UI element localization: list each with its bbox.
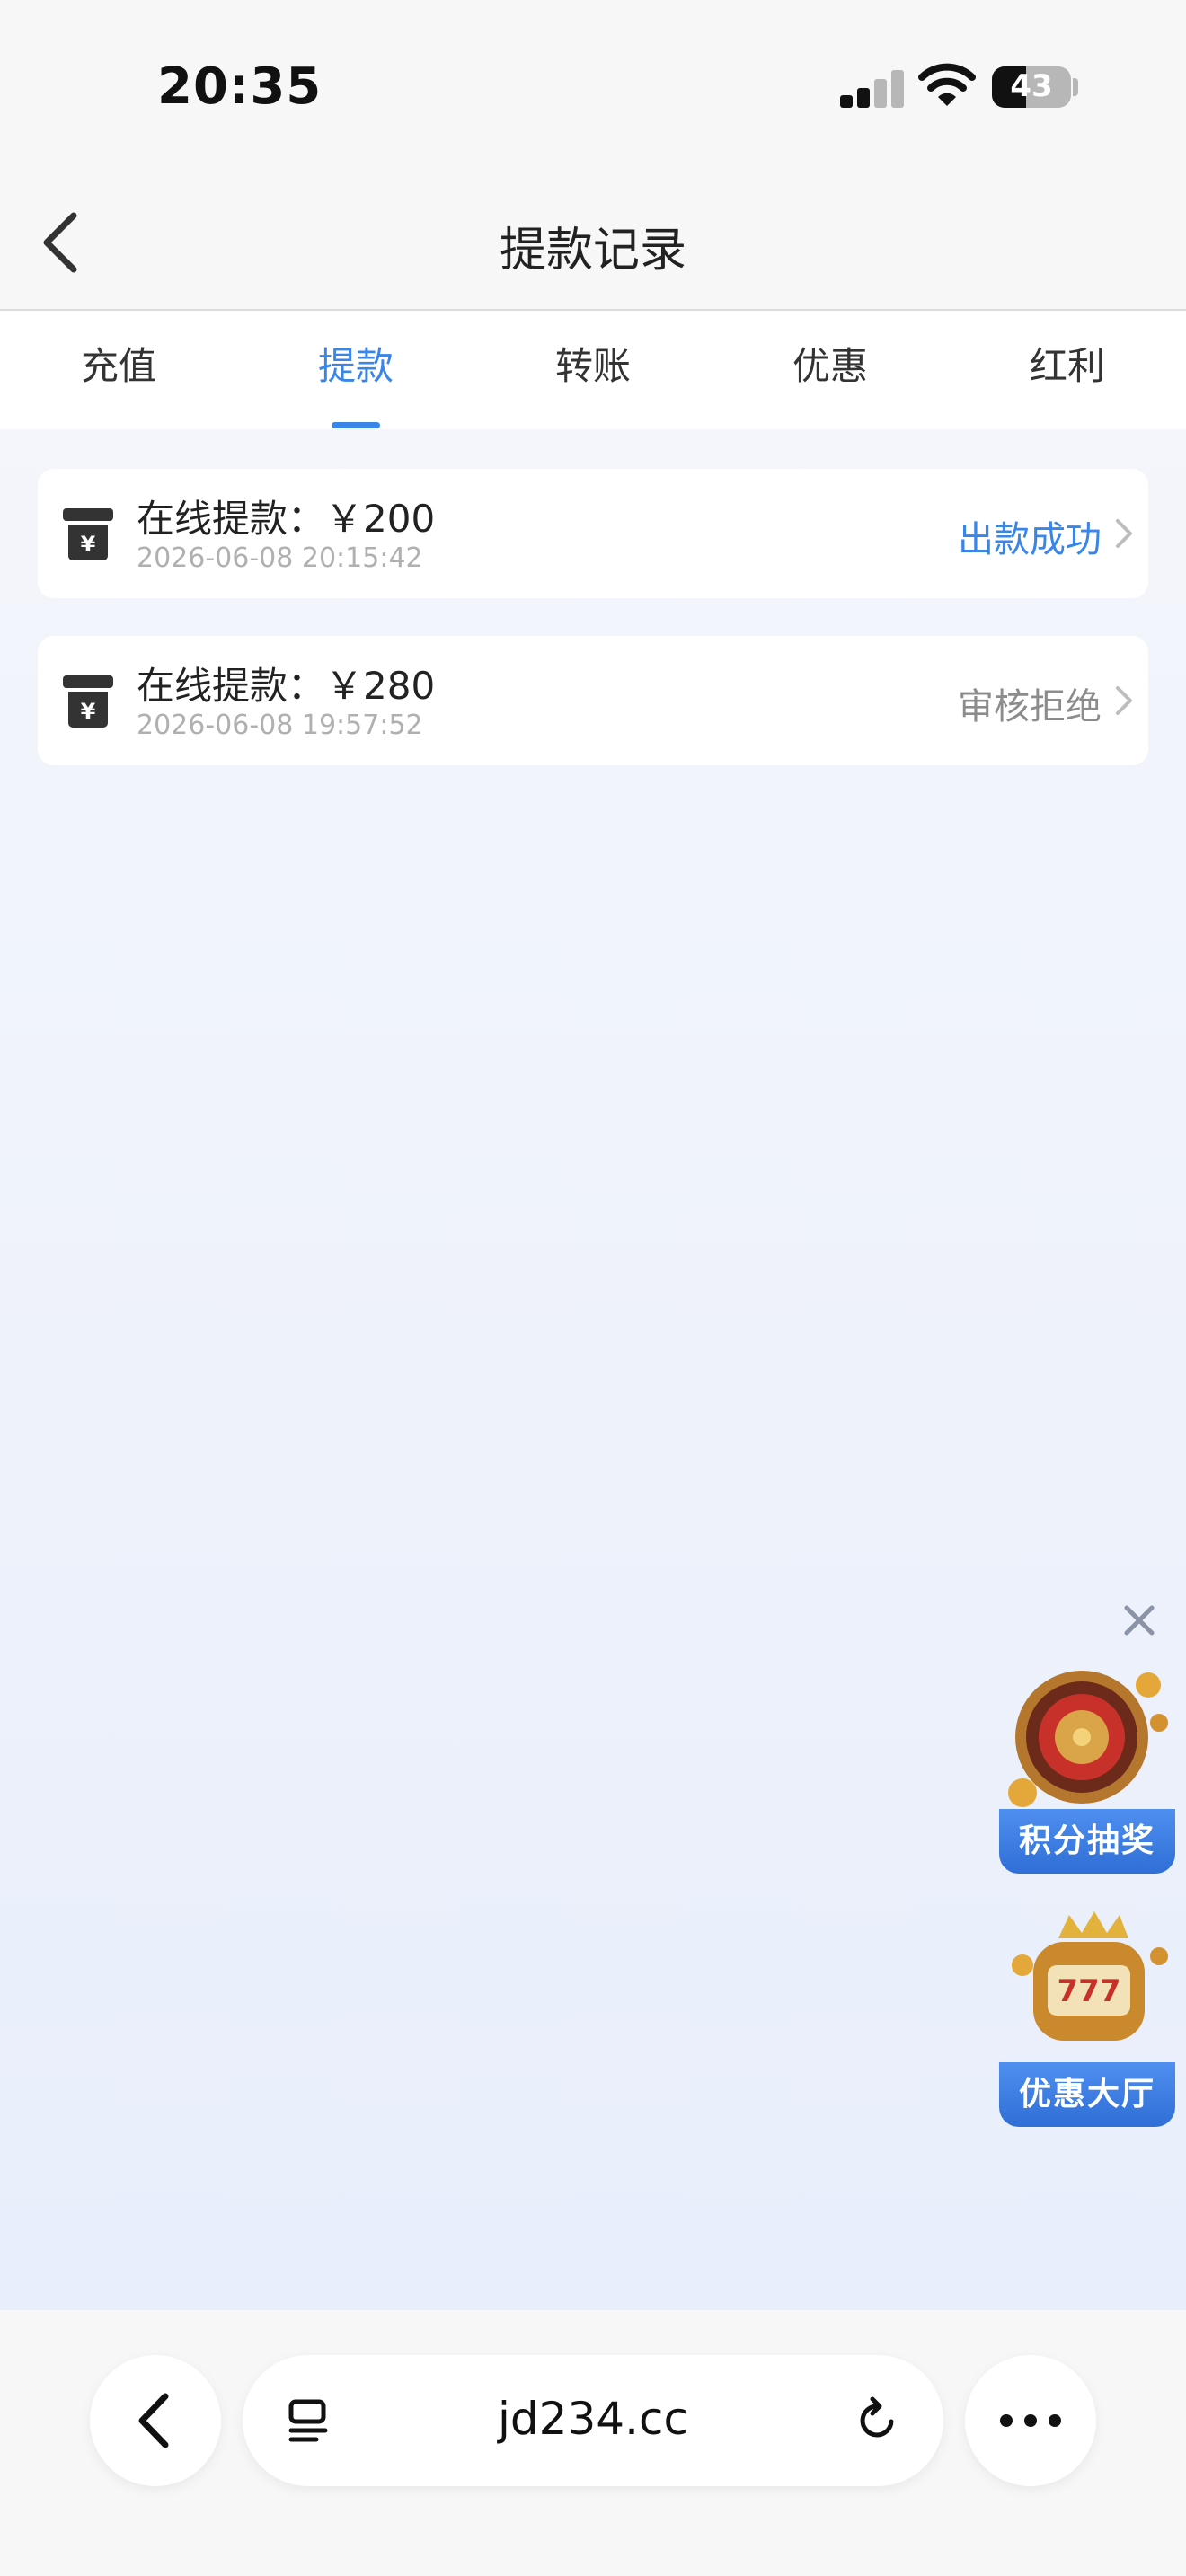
chevron-left-icon: [138, 2393, 169, 2448]
svg-text:¥: ¥: [81, 532, 96, 557]
slot-machine-icon: 777: [1012, 1911, 1168, 2041]
roulette-icon: [1008, 1671, 1168, 1807]
battery-cap: [1073, 78, 1078, 96]
record-label: 在线提款：￥280: [137, 664, 436, 708]
svg-text:¥: ¥: [81, 699, 96, 724]
record-status: 出款成功: [958, 519, 1102, 560]
close-icon[interactable]: [1120, 1601, 1159, 1640]
active-tab-indicator: [332, 422, 380, 428]
reload-icon[interactable]: [852, 2395, 904, 2447]
address-bar[interactable]: jd234.cc: [243, 2355, 943, 2486]
withdraw-yuan-icon: ¥: [63, 675, 113, 728]
record-status: 审核拒绝: [958, 686, 1102, 728]
browser-back-button[interactable]: [90, 2355, 221, 2486]
promo-label-box: 优惠大厅: [999, 2062, 1175, 2127]
nav-bar: 提款记录: [0, 180, 1186, 311]
status-time: 20:35: [157, 57, 323, 116]
battery-level: 43: [1010, 68, 1053, 104]
withdraw-yuan-icon: ¥: [63, 508, 113, 560]
browser-toolbar: jd234.cc: [0, 2310, 1186, 2576]
promo-label: 优惠大厅: [1018, 2076, 1155, 2113]
points-lottery-button[interactable]: 积分抽奖: [996, 1649, 1175, 1874]
svg-text:777: 777: [1058, 1973, 1121, 2009]
tab-withdraw[interactable]: 提款: [237, 311, 474, 429]
status-bar: 20:35 43: [0, 0, 1186, 180]
url-text: jd234.cc: [498, 2393, 688, 2445]
chevron-right-icon: [1116, 686, 1132, 715]
promo-label: 积分抽奖: [1018, 1822, 1155, 1859]
tab-bonus[interactable]: 红利: [949, 311, 1186, 429]
battery-icon: 43: [992, 66, 1071, 108]
chevron-right-icon: [1116, 519, 1132, 548]
tab-deposit[interactable]: 充值: [0, 311, 237, 429]
more-options-button[interactable]: [965, 2355, 1096, 2486]
record-tabs: 充值 提款 转账 优惠 红利: [0, 311, 1186, 429]
promotion-hall-button[interactable]: 777 优惠大厅: [996, 1902, 1175, 2127]
wifi-icon: [918, 63, 976, 106]
withdraw-record-item[interactable]: ¥ 在线提款：￥200 2026-06-08 20:15:42 出款成功: [38, 469, 1148, 598]
tab-transfer[interactable]: 转账: [474, 311, 712, 429]
record-label: 在线提款：￥200: [137, 497, 436, 541]
promo-label-box: 积分抽奖: [999, 1809, 1175, 1874]
withdraw-record-item[interactable]: ¥ 在线提款：￥280 2026-06-08 19:57:52 审核拒绝: [38, 636, 1148, 765]
page-title: 提款记录: [499, 224, 686, 278]
more-icon: [1000, 2414, 1061, 2427]
cellular-signal-icon: [840, 66, 904, 108]
tab-promotion[interactable]: 优惠: [712, 311, 949, 429]
record-date: 2026-06-08 20:15:42: [137, 543, 423, 574]
record-date: 2026-06-08 19:57:52: [137, 710, 423, 741]
